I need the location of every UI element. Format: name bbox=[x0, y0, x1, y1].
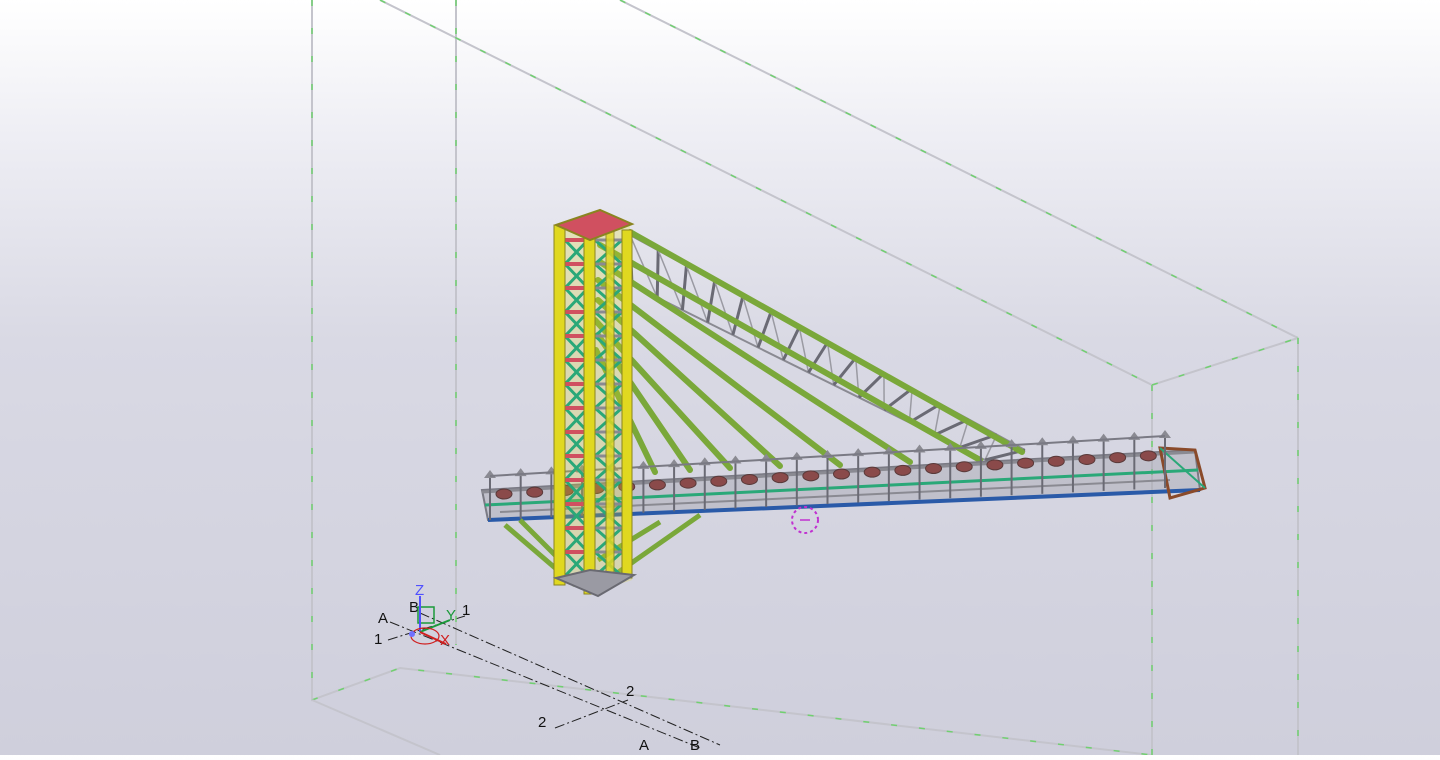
idler-roller bbox=[741, 474, 757, 484]
idler-roller bbox=[1048, 456, 1064, 466]
grid-label-a-bottom: A bbox=[639, 737, 649, 754]
idler-roller bbox=[1018, 458, 1034, 468]
idler-roller bbox=[496, 489, 512, 499]
idler-roller bbox=[527, 487, 543, 497]
idler-roller bbox=[895, 465, 911, 475]
idler-roller bbox=[772, 473, 788, 483]
grid-label-b-bottom: B bbox=[690, 737, 700, 754]
truss-vertical bbox=[657, 250, 658, 297]
idler-roller bbox=[803, 471, 819, 481]
truss-vertical bbox=[682, 266, 686, 310]
grid-label-1: 1 bbox=[462, 602, 470, 619]
grid-label-1-left: 1 bbox=[374, 631, 382, 648]
3d-view-canvas[interactable]: A B 1 1 2 2 A B Z Y X bbox=[0, 0, 1440, 755]
model-viewport[interactable]: A B 1 1 2 2 A B Z Y X bbox=[0, 0, 1440, 755]
truss-vertical bbox=[733, 296, 743, 335]
idler-roller bbox=[987, 460, 1003, 470]
support-tower[interactable] bbox=[554, 210, 634, 596]
gallery-roof-truss bbox=[484, 470, 496, 478]
gridline-b bbox=[420, 613, 720, 745]
x-axis-label: X bbox=[440, 632, 450, 649]
idler-roller bbox=[680, 478, 696, 488]
truss-vertical bbox=[708, 281, 715, 322]
idler-roller bbox=[649, 480, 665, 490]
z-axis-label: Z bbox=[415, 582, 424, 599]
idler-roller bbox=[1140, 451, 1156, 461]
work-area-box bbox=[312, 0, 1298, 755]
idler-roller bbox=[926, 464, 942, 474]
y-axis-label: Y bbox=[446, 607, 456, 624]
idler-roller bbox=[711, 476, 727, 486]
idler-roller bbox=[1079, 454, 1095, 464]
idler-roller bbox=[864, 467, 880, 477]
idler-roller bbox=[834, 469, 850, 479]
idler-roller bbox=[1110, 453, 1126, 463]
rotation-center-marker[interactable] bbox=[792, 507, 818, 533]
grid-label-2-left: 2 bbox=[538, 714, 546, 731]
idler-roller bbox=[956, 462, 972, 472]
grid-label-2: 2 bbox=[626, 683, 634, 700]
grid-label-a: A bbox=[378, 610, 388, 627]
